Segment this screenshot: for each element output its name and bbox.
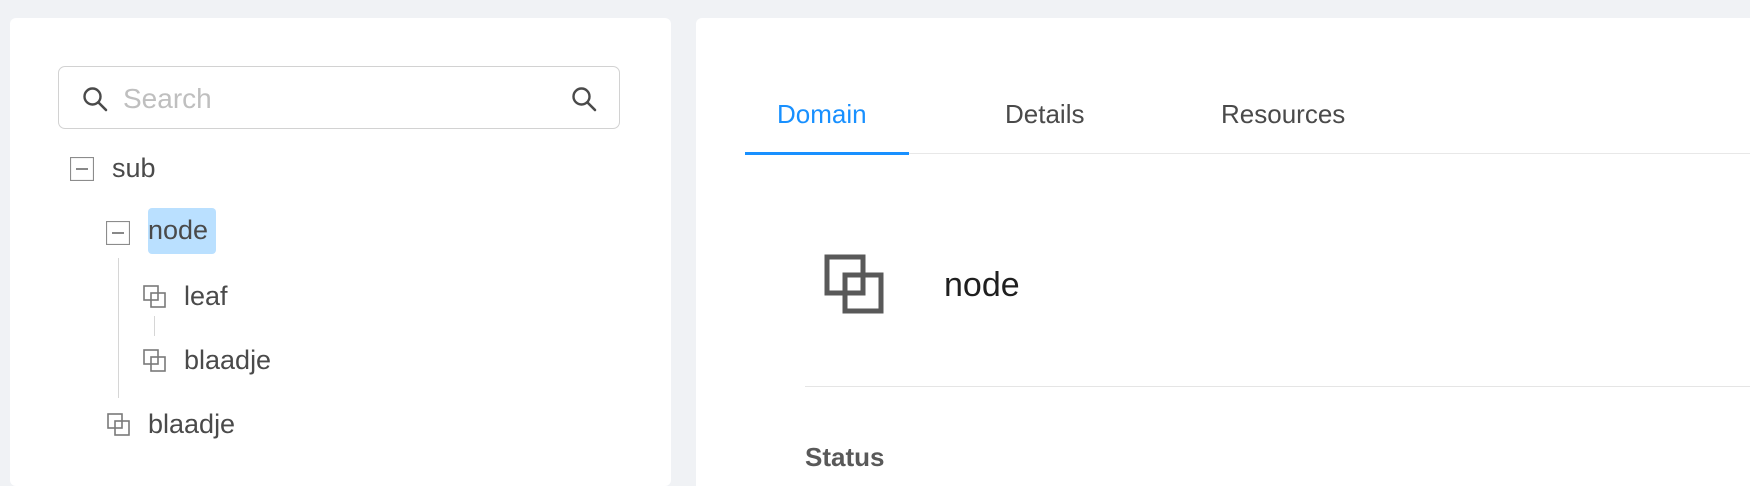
detail-panel <box>696 18 1750 486</box>
search-input[interactable] <box>121 79 545 119</box>
tree-connector-line <box>154 316 155 336</box>
tree-node-leaf[interactable]: leaf <box>182 274 230 320</box>
overlapping-squares-icon <box>107 413 130 436</box>
tab-details[interactable]: Details <box>1005 95 1084 155</box>
active-tab-indicator <box>745 152 909 155</box>
tab-domain[interactable]: Domain <box>777 95 867 155</box>
tree-node-node[interactable]: node <box>148 208 217 254</box>
overlapping-squares-icon <box>824 254 884 314</box>
tree-node-sub[interactable]: sub <box>110 146 158 192</box>
tab-resources[interactable]: Resources <box>1221 95 1345 155</box>
detail-title: node <box>944 266 1020 304</box>
overlapping-squares-icon <box>143 349 166 372</box>
search-icon[interactable] <box>570 85 598 113</box>
status-heading: Status <box>805 442 885 472</box>
search-box[interactable] <box>58 66 620 129</box>
collapse-toggle-icon[interactable] <box>70 157 94 181</box>
collapse-toggle-icon[interactable] <box>106 221 130 245</box>
overlapping-squares-icon <box>143 285 166 308</box>
search-icon <box>83 87 108 112</box>
section-divider <box>805 386 1750 387</box>
tree-connector-line <box>118 258 119 398</box>
tree-node-blaadje[interactable]: blaadje <box>182 338 273 384</box>
tree-node-blaadje-sibling[interactable]: blaadje <box>146 402 237 448</box>
